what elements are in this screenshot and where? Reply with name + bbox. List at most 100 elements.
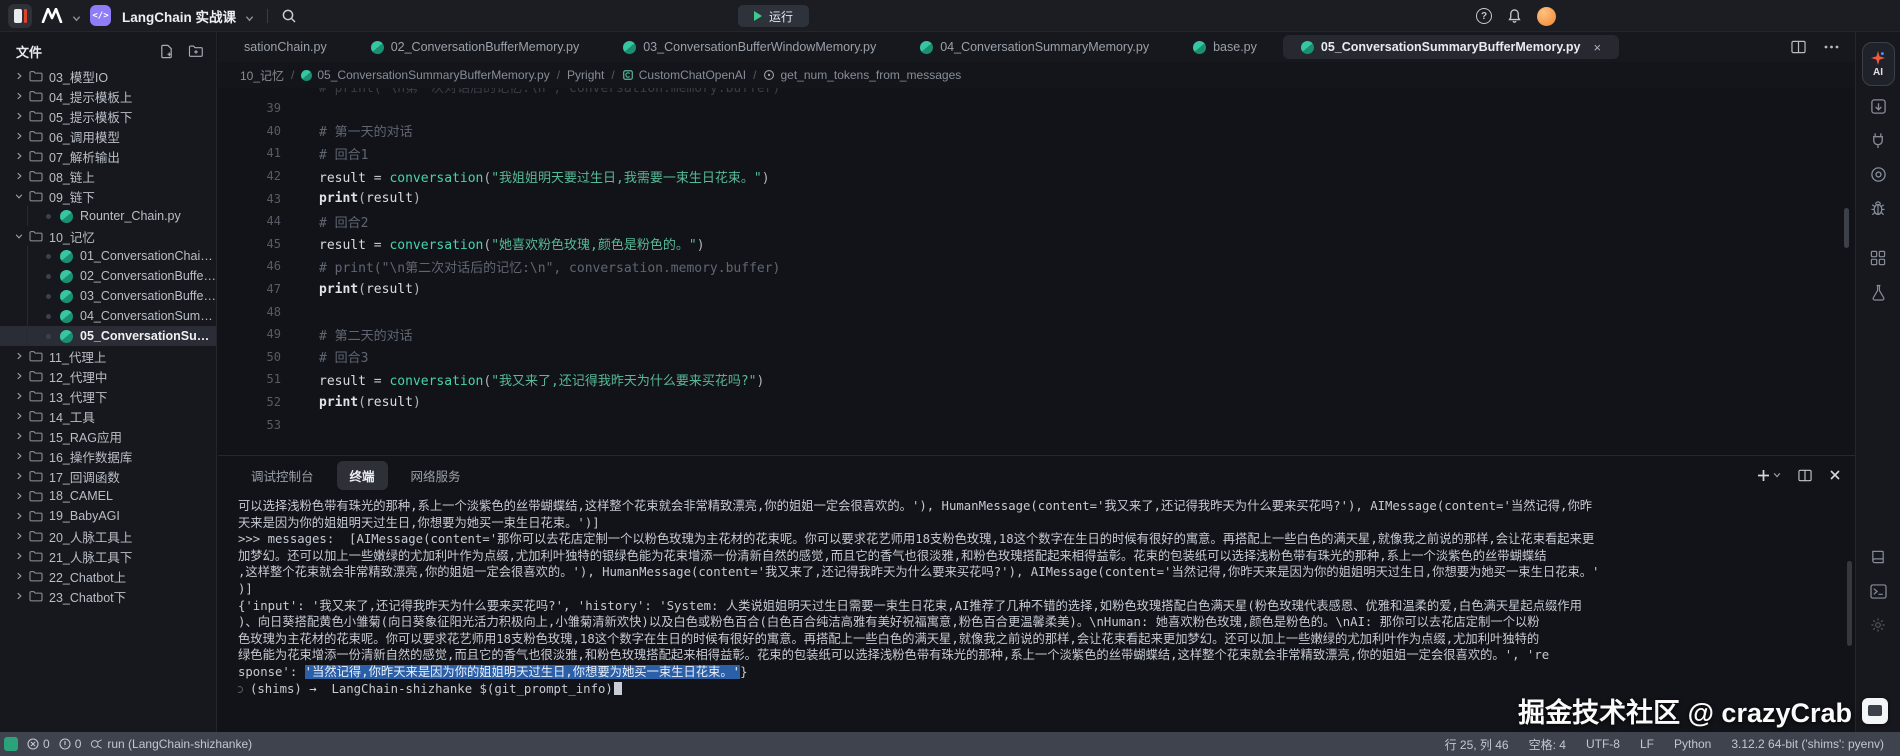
code-line[interactable]: 53 [218,413,1855,436]
tree-item-dot [46,214,51,219]
editor-tab[interactable]: base.py [1175,35,1275,59]
help-icon[interactable]: ? [1476,8,1492,24]
debug-bug-icon[interactable] [1864,194,1892,222]
split-editor-icon[interactable] [1791,40,1806,54]
breadcrumb-item[interactable]: CustomChatOpenAI [622,68,746,82]
ide-menu-chevron-icon[interactable] [72,11,81,20]
user-avatar[interactable] [1537,7,1556,26]
tree-folder[interactable]: 07_解析输出 [0,146,216,166]
code-line[interactable]: 41# 回合1 [218,142,1855,165]
panel-tab[interactable]: 终端 [337,461,388,490]
code-line[interactable]: 47print(result) [218,278,1855,301]
plugin-icon[interactable] [1864,126,1892,154]
docs-book-icon[interactable] [1864,543,1892,571]
close-panel-icon[interactable] [1829,469,1841,481]
new-terminal-icon[interactable] [1757,469,1781,482]
close-tab-icon[interactable]: × [1593,40,1601,55]
ai-assistant-button[interactable]: AI [1862,42,1895,86]
tree-folder[interactable]: 19_BabyAGI [0,506,216,526]
settings-gear-icon[interactable] [1864,611,1892,639]
remote-indicator[interactable] [4,737,18,751]
preview-icon[interactable] [1864,160,1892,188]
terminal-scrollbar[interactable] [1847,561,1852,646]
indentation[interactable]: 空格: 4 [1529,736,1566,753]
tree-folder[interactable]: 15_RAG应用 [0,426,216,446]
code-line[interactable]: 46# print("\n第二次对话后的记忆:\n", conversation… [218,255,1855,278]
tree-folder[interactable]: 20_人脉工具上 [0,526,216,546]
new-file-icon[interactable] [159,44,174,59]
tree-folder[interactable]: 12_代理中 [0,366,216,386]
search-icon[interactable] [281,8,297,24]
breadcrumb-item[interactable]: 05_ConversationSummaryBufferMemory.py [301,68,549,82]
tree-file[interactable]: 04_ConversationSummaryMemory.py [0,306,216,326]
panel-tab[interactable]: 调试控制台 [238,461,327,490]
project-chevron-icon[interactable] [245,11,254,20]
panel-tab[interactable]: 网络服务 [398,461,474,490]
code-line[interactable]: 45result = conversation("她喜欢粉色玫瑰,颜色是粉色的。… [218,233,1855,256]
tree-folder[interactable]: 03_模型IO [0,66,216,86]
project-name[interactable]: LangChain 实战课 [122,6,236,26]
editor-tab[interactable]: 02_ConversationBufferMemory.py [353,35,598,59]
tree-folder[interactable]: 06_调用模型 [0,126,216,146]
breadcrumb-item[interactable]: Pyright [567,68,604,82]
tree-file[interactable]: 05_ConversationSummaryBufferMemory.py [0,326,216,346]
tree-folder[interactable]: 11_代理上 [0,346,216,366]
code-line[interactable]: 44# 回合2 [218,210,1855,233]
python-interpreter[interactable]: 3.12.2 64-bit ('shims': pyenv) [1731,737,1884,751]
tree-folder[interactable]: 10_记忆 [0,226,216,246]
extensions-grid-icon[interactable] [1864,244,1892,272]
tree-folder[interactable]: 16_操作数据库 [0,446,216,466]
tree-folder[interactable]: 13_代理下 [0,386,216,406]
code-line[interactable]: 39 [218,97,1855,120]
import-panel-icon[interactable] [1864,92,1892,120]
code-line[interactable]: 50# 回合3 [218,346,1855,369]
editor-tab[interactable]: 05_ConversationSummaryBufferMemory.py× [1283,35,1619,59]
tree-folder[interactable]: 04_提示模板上 [0,86,216,106]
code-line[interactable]: 49# 第二天的对话 [218,323,1855,346]
app-menu-button[interactable] [8,4,32,28]
editor-tab[interactable]: 03_ConversationBufferWindowMemory.py [605,35,894,59]
code-line[interactable]: 52print(result) [218,391,1855,414]
tree-file[interactable]: 03_ConversationBufferWindowMemory.py [0,286,216,306]
tree-folder[interactable]: 23_Chatbot下 [0,586,216,606]
breadcrumb-item[interactable]: 10_记忆 [240,67,284,84]
code-line[interactable]: 42result = conversation("我姐姐明天要过生日,我需要一束… [218,165,1855,188]
new-folder-icon[interactable] [188,44,204,59]
tree-folder[interactable]: 14_工具 [0,406,216,426]
tree-folder[interactable]: 17_回调函数 [0,466,216,486]
terminal-output[interactable]: 可以选择浅粉色带有珠光的那种,系上一个淡紫色的丝带蝴蝶结,这样整个花束就会非常精… [218,498,1845,726]
tree-folder[interactable]: 05_提示模板下 [0,106,216,126]
tree-folder[interactable]: 22_Chatbot上 [0,566,216,586]
run-config-status[interactable]: run (LangChain-shizhanke) [90,737,252,751]
encoding[interactable]: UTF-8 [1586,737,1620,751]
more-actions-icon[interactable] [1824,45,1839,49]
code-line[interactable]: 43print(result) [218,187,1855,210]
language-mode[interactable]: Python [1674,737,1711,751]
eol-sequence[interactable]: LF [1640,737,1654,751]
ide-logo-icon[interactable] [41,8,63,23]
tree-file[interactable]: 02_ConversationBufferMemory.py [0,266,216,286]
test-flask-icon[interactable] [1864,278,1892,306]
tree-file[interactable]: Rounter_Chain.py [0,206,216,226]
tree-file[interactable]: 01_ConversationChain.py [0,246,216,266]
tree-folder[interactable]: 09_链下 [0,186,216,206]
tree-folder[interactable]: 08_链上 [0,166,216,186]
split-terminal-icon[interactable] [1798,469,1812,482]
editor-tab[interactable]: sationChain.py [226,35,345,59]
tree-folder[interactable]: 21_人脉工具下 [0,546,216,566]
warnings-indicator[interactable]: 0 [59,737,82,751]
code-editor[interactable]: # print("\n第一次对话后的记忆:\n", conversation.m… [218,88,1855,455]
project-badge-icon[interactable]: </> [90,5,111,26]
tree-folder[interactable]: 18_CAMEL [0,486,216,506]
terminal-panel-icon[interactable] [1864,577,1892,605]
cursor-position[interactable]: 行 25, 列 46 [1445,736,1509,753]
notifications-bell-icon[interactable] [1507,8,1522,24]
editor-tab[interactable]: 04_ConversationSummaryMemory.py [902,35,1167,59]
breadcrumb-item[interactable]: get_num_tokens_from_messages [763,68,961,82]
errors-indicator[interactable]: 0 [27,737,50,751]
editor-scrollbar[interactable] [1844,208,1849,248]
code-line[interactable]: 51result = conversation("我又来了,还记得我昨天为什么要… [218,368,1855,391]
code-line[interactable]: 48 [218,300,1855,323]
run-button[interactable]: 运行 [738,5,809,27]
code-line[interactable]: 40# 第一天的对话 [218,120,1855,143]
